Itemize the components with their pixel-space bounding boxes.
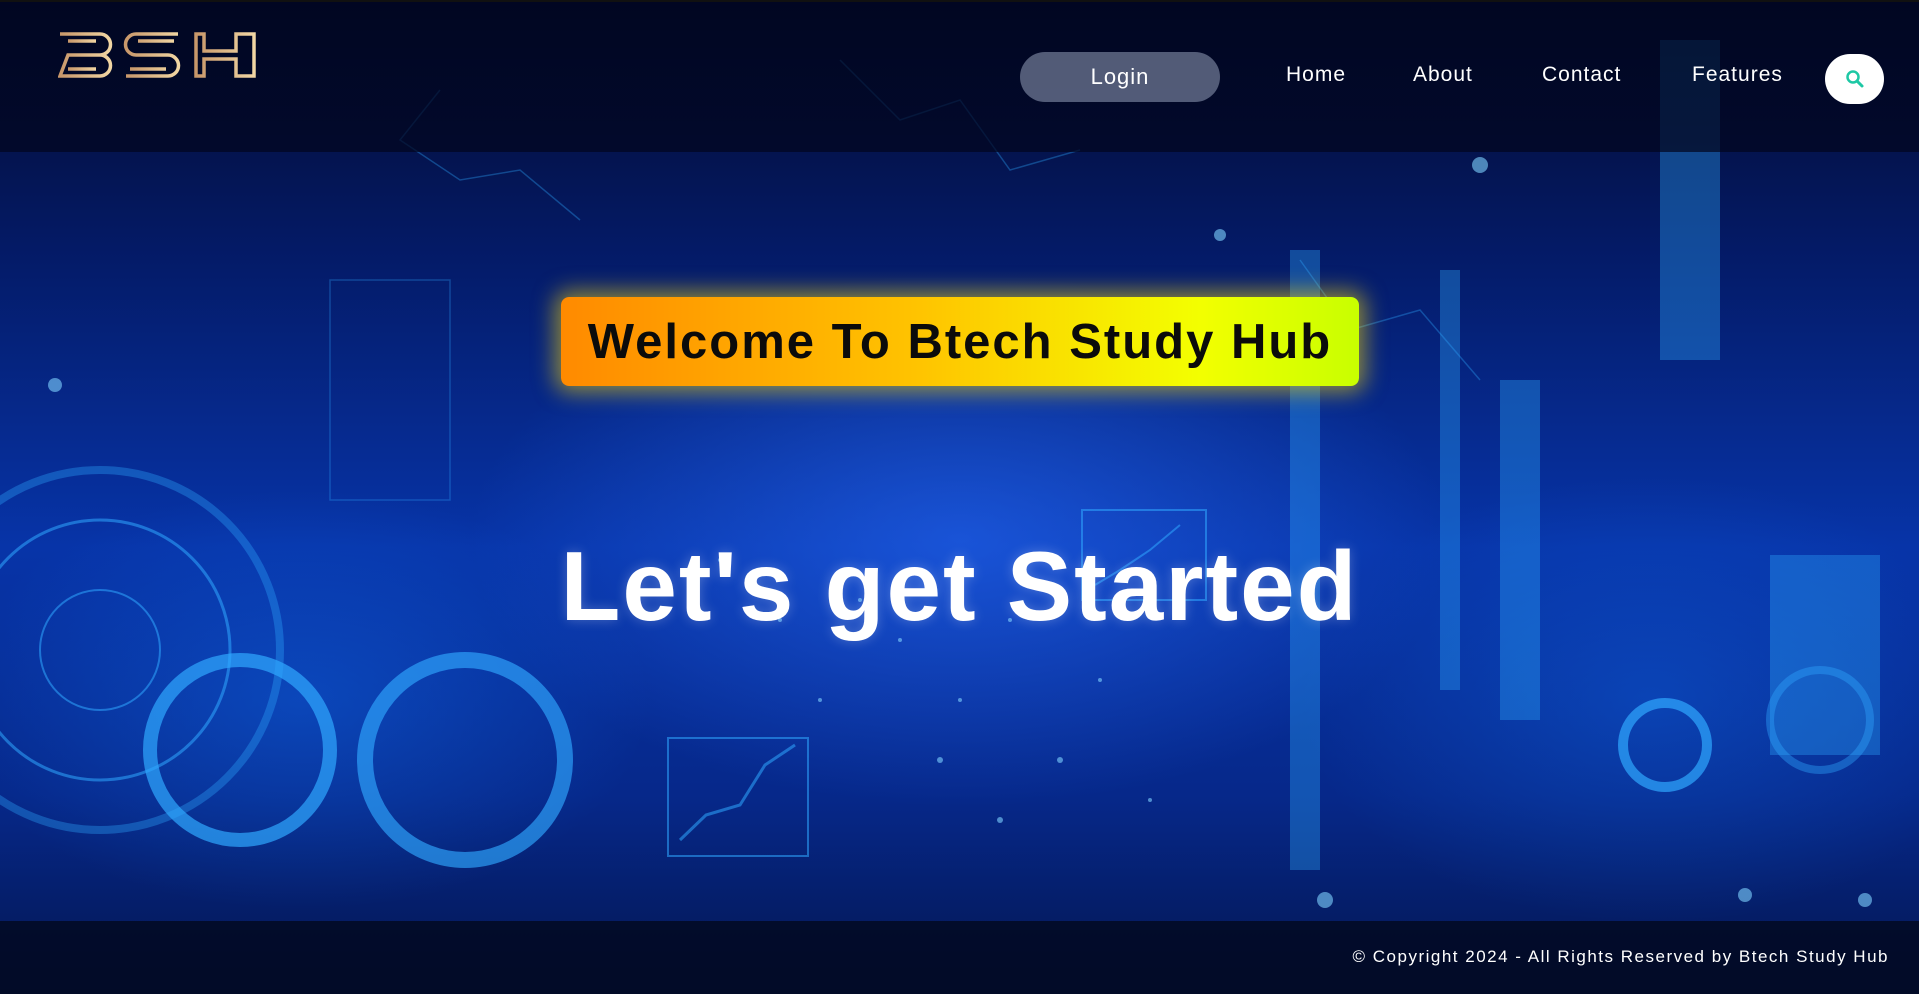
search-button[interactable] [1825,54,1884,104]
nav-link-features[interactable]: Features [1692,63,1783,87]
hero-title: Let's get Started [560,531,1359,641]
nav-link-home[interactable]: Home [1286,63,1346,87]
nav-link-contact[interactable]: Contact [1542,63,1621,87]
welcome-banner: Welcome To Btech Study Hub [561,297,1359,386]
search-icon [1845,70,1863,88]
site-header: Login Home About Contact Features [0,0,1919,152]
copyright-text: © Copyright 2024 - All Rights Reserved b… [1352,947,1889,966]
login-button[interactable]: Login [1020,52,1220,102]
nav-link-about[interactable]: About [1413,63,1473,87]
landing-page: Login Home About Contact Features Welcom… [0,0,1919,994]
site-footer: © Copyright 2024 - All Rights Reserved b… [0,921,1919,994]
bsh-logo[interactable] [58,32,258,82]
